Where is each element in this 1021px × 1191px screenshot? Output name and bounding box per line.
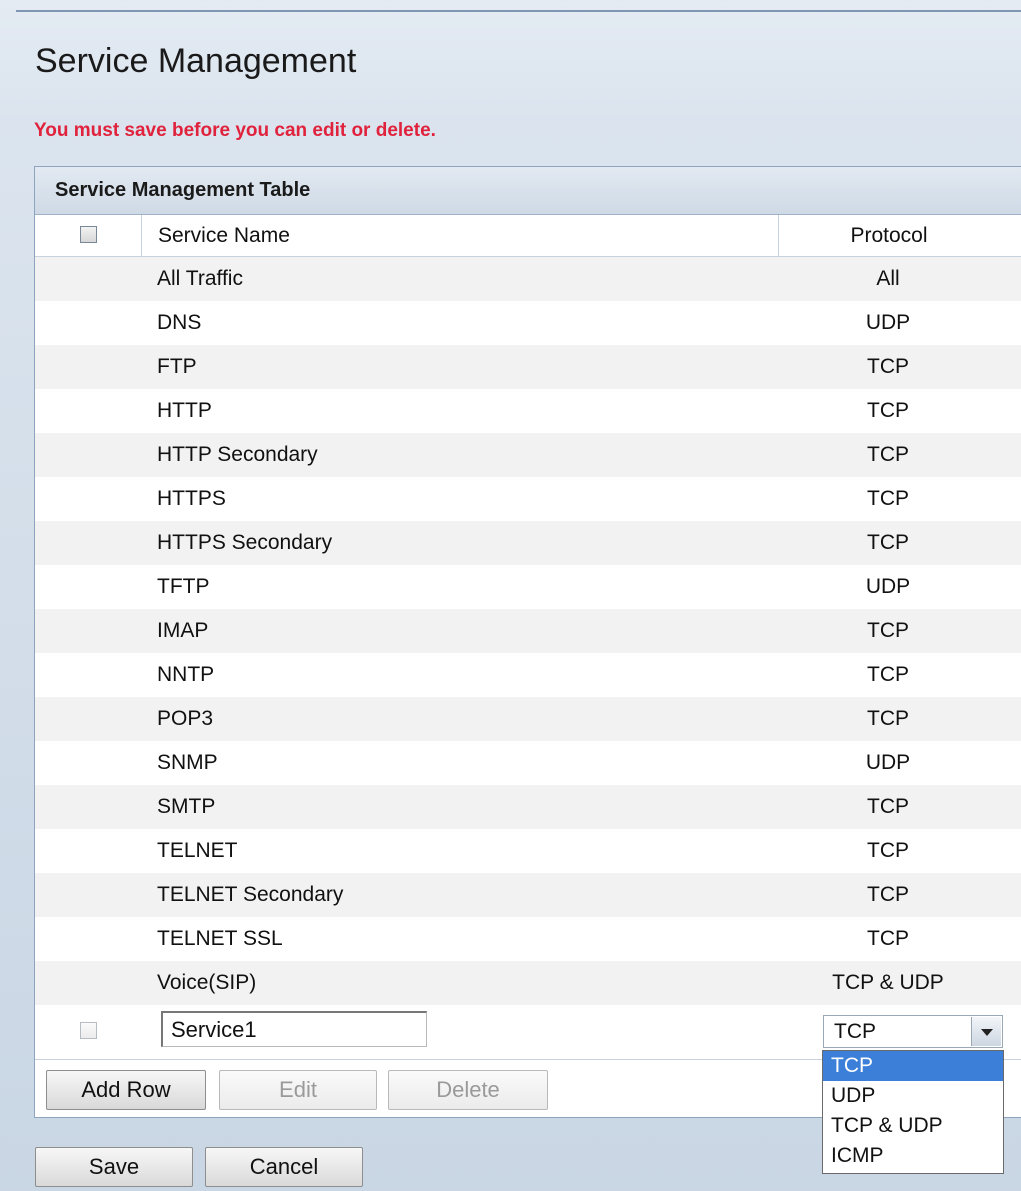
- protocol-cell: UDP: [865, 575, 911, 598]
- protocol-cell: TCP & UDP: [832, 971, 944, 994]
- page-title: Service Management: [35, 42, 357, 80]
- table-row[interactable]: TELNET SSL TCP: [35, 917, 1021, 961]
- protocol-cell: TCP: [867, 663, 909, 686]
- service-name-cell: IMAP: [157, 619, 209, 642]
- cancel-button[interactable]: Cancel: [205, 1147, 363, 1187]
- table-caption: Service Management Table: [35, 167, 1021, 215]
- edit-button[interactable]: Edit: [219, 1070, 377, 1110]
- service-name-cell: TELNET Secondary: [157, 883, 344, 906]
- table-row[interactable]: HTTPS TCP: [35, 477, 1021, 521]
- table-row[interactable]: HTTP TCP: [35, 389, 1021, 433]
- table-row[interactable]: TELNET TCP: [35, 829, 1021, 873]
- new-row-checkbox[interactable]: [80, 1022, 97, 1039]
- protocol-cell: TCP: [867, 487, 909, 510]
- protocol-cell: TCP: [867, 355, 909, 378]
- protocol-select[interactable]: TCP: [823, 1015, 1003, 1048]
- service-name-cell: POP3: [157, 707, 214, 730]
- protocol-cell: TCP: [867, 399, 909, 422]
- protocol-cell: TCP: [867, 619, 909, 642]
- service-name-cell: TFTP: [157, 575, 210, 598]
- header-check-cell: [35, 215, 142, 256]
- service-name-cell: TELNET SSL: [157, 927, 283, 950]
- service-name-cell: DNS: [157, 311, 202, 334]
- table-row[interactable]: SNMP UDP: [35, 741, 1021, 785]
- table-row[interactable]: HTTP Secondary TCP: [35, 433, 1021, 477]
- service-name-cell: SMTP: [157, 795, 216, 818]
- protocol-dropdown-list: TCP UDP TCP & UDP ICMP: [822, 1050, 1004, 1174]
- service-name-cell: SNMP: [157, 751, 218, 774]
- save-button[interactable]: Save: [35, 1147, 193, 1187]
- service-name-cell: TELNET: [157, 839, 238, 862]
- service-name-cell: HTTPS: [157, 487, 226, 510]
- table-row[interactable]: All Traffic All: [35, 257, 1021, 301]
- chevron-down-icon[interactable]: [971, 1017, 1001, 1046]
- protocol-select-value: TCP: [834, 1020, 876, 1043]
- protocol-cell: TCP: [867, 927, 909, 950]
- protocol-option-tcp-udp[interactable]: TCP & UDP: [823, 1111, 1003, 1141]
- table-row[interactable]: IMAP TCP: [35, 609, 1021, 653]
- table-row[interactable]: SMTP TCP: [35, 785, 1021, 829]
- protocol-option-udp[interactable]: UDP: [823, 1081, 1003, 1111]
- delete-button[interactable]: Delete: [388, 1070, 548, 1110]
- protocol-cell: TCP: [867, 443, 909, 466]
- table-row[interactable]: NNTP TCP: [35, 653, 1021, 697]
- protocol-option-icmp[interactable]: ICMP: [823, 1141, 1003, 1171]
- table-body: All Traffic All DNS UDP FTP TCP HTTP TCP HTT…: [35, 257, 1021, 1005]
- service-name-cell: HTTP Secondary: [157, 443, 318, 466]
- protocol-cell: TCP: [867, 883, 909, 906]
- save-warning: You must save before you can edit or del…: [34, 120, 436, 141]
- top-divider: [16, 10, 1021, 12]
- table-row[interactable]: FTP TCP: [35, 345, 1021, 389]
- table-row[interactable]: TFTP UDP: [35, 565, 1021, 609]
- service-name-cell: HTTPS Secondary: [157, 531, 333, 554]
- protocol-cell: TCP: [867, 531, 909, 554]
- protocol-option-tcp[interactable]: TCP: [823, 1051, 1003, 1081]
- add-row-button[interactable]: Add Row: [46, 1070, 206, 1110]
- protocol-cell: UDP: [865, 751, 911, 774]
- protocol-cell: TCP: [867, 839, 909, 862]
- table-row[interactable]: POP3 TCP: [35, 697, 1021, 741]
- select-all-checkbox[interactable]: [80, 226, 97, 243]
- service-name-input[interactable]: [161, 1011, 427, 1047]
- service-name-cell: NNTP: [157, 663, 215, 686]
- service-name-cell: HTTP: [157, 399, 212, 422]
- service-name-cell: Voice(SIP): [157, 971, 257, 994]
- column-header-service-name[interactable]: Service Name: [142, 215, 779, 256]
- protocol-cell: TCP: [867, 795, 909, 818]
- protocol-cell: All: [876, 267, 900, 290]
- protocol-cell: TCP: [867, 707, 909, 730]
- table-row[interactable]: Voice(SIP) TCP & UDP: [35, 961, 1021, 1005]
- table-row[interactable]: DNS UDP: [35, 301, 1021, 345]
- table-header-row: Service Name Protocol: [35, 215, 1021, 257]
- service-management-table: Service Management Table Service Name Pr…: [34, 166, 1021, 1118]
- service-name-cell: All Traffic: [157, 267, 243, 290]
- table-row[interactable]: TELNET Secondary TCP: [35, 873, 1021, 917]
- service-name-cell: FTP: [157, 355, 197, 378]
- table-row[interactable]: HTTPS Secondary TCP: [35, 521, 1021, 565]
- column-header-protocol[interactable]: Protocol: [779, 215, 1021, 256]
- protocol-cell: UDP: [865, 311, 911, 334]
